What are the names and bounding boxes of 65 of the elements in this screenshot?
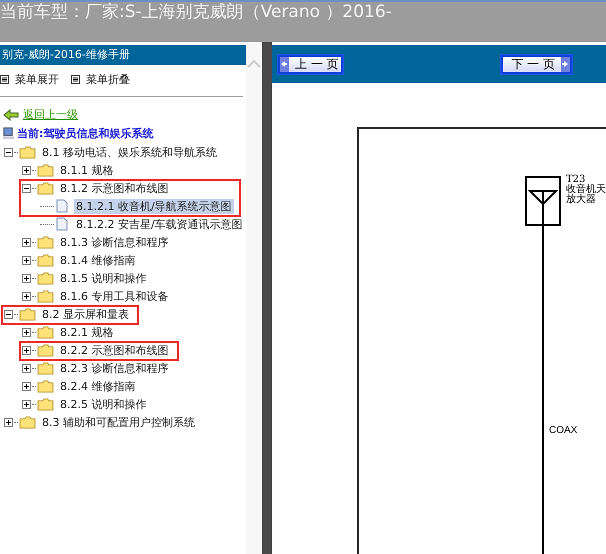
tree-item[interactable]: 8.2.3 诊断信息和程序 bbox=[58, 360, 170, 376]
left-arrow-icon bbox=[280, 60, 288, 68]
tree-item[interactable]: 8.1.4 维修指南 bbox=[58, 252, 138, 268]
folder-icon bbox=[37, 326, 54, 338]
expand-icon[interactable] bbox=[22, 166, 31, 174]
tree-item[interactable]: 8.1.1 规格 bbox=[58, 162, 116, 178]
tree-item[interactable]: 8.1 移动电话、娱乐系统和导航系统 bbox=[40, 144, 219, 160]
tree-item[interactable]: 8.2.1 规格 bbox=[58, 324, 116, 340]
next-page-button[interactable]: 下 一 页 bbox=[501, 54, 572, 74]
tree-item[interactable]: 8.2.5 说明和操作 bbox=[58, 396, 148, 412]
tree-item[interactable]: 8.1.3 诊断信息和程序 bbox=[58, 234, 170, 250]
document-icon bbox=[56, 199, 68, 213]
tree-item[interactable]: 8.2.2 示意图和布线图 bbox=[58, 342, 170, 358]
folder-icon bbox=[37, 272, 54, 284]
computer-icon bbox=[2, 127, 15, 140]
folder-icon bbox=[37, 236, 54, 248]
expand-icon[interactable] bbox=[22, 364, 31, 372]
menu-action[interactable]: 菜单展开 bbox=[0, 72, 59, 87]
expand-icon[interactable] bbox=[22, 292, 31, 300]
expand-icon[interactable] bbox=[22, 238, 31, 246]
tree-item[interactable]: 8.2.4 维修指南 bbox=[58, 378, 138, 394]
collapse-icon[interactable] bbox=[4, 148, 13, 156]
folder-icon bbox=[19, 416, 36, 428]
collapse-icon[interactable] bbox=[22, 184, 31, 192]
expand-icon[interactable] bbox=[22, 328, 31, 336]
expand-icon[interactable] bbox=[22, 346, 31, 354]
component-id: T23 bbox=[566, 175, 586, 185]
expand-icon[interactable] bbox=[22, 274, 31, 282]
folder-icon bbox=[37, 380, 54, 392]
tree-item[interactable]: 8.1.5 说明和操作 bbox=[58, 270, 148, 286]
menu-action[interactable]: 菜单折叠 bbox=[71, 72, 130, 87]
expand-icon[interactable] bbox=[4, 418, 13, 426]
folder-icon bbox=[37, 398, 54, 410]
component-name: 放大器 bbox=[566, 195, 597, 205]
folder-icon bbox=[37, 182, 54, 194]
folder-icon bbox=[37, 290, 54, 302]
tree-item[interactable]: 8.3 辅助和可配置用户控制系统 bbox=[40, 414, 197, 430]
scrollbar[interactable] bbox=[246, 42, 262, 554]
expand-icon[interactable] bbox=[22, 400, 31, 408]
expand-icon[interactable] bbox=[22, 382, 31, 390]
folder-icon bbox=[37, 362, 54, 374]
tree-item[interactable]: 8.2 显示屏和量表 bbox=[40, 306, 131, 322]
folder-icon bbox=[19, 308, 36, 320]
tree-item[interactable]: 8.1.2.1 收音机/导航系统示意图 bbox=[74, 198, 234, 214]
tree-item[interactable]: 8.1.2 示意图和布线图 bbox=[58, 180, 170, 196]
list-icon bbox=[71, 75, 80, 84]
vehicle-title: 当前车型：厂家:S-上海别克威朗（Verano ）2016- bbox=[0, 2, 392, 22]
right-arrow-icon bbox=[561, 60, 569, 68]
wire-label: COAX bbox=[549, 425, 578, 436]
folder-icon bbox=[37, 344, 54, 356]
folder-icon bbox=[19, 146, 36, 158]
tree-item[interactable]: 8.1.6 专用工具和设备 bbox=[58, 288, 170, 304]
current-section: 当前:驾驶员信息和娱乐系统 bbox=[17, 126, 154, 141]
collapse-icon[interactable] bbox=[4, 310, 13, 318]
folder-icon bbox=[37, 164, 54, 176]
back-link[interactable]: 返回上一级 bbox=[23, 107, 78, 122]
expand-icon[interactable] bbox=[22, 256, 31, 264]
document-icon bbox=[56, 217, 68, 231]
manual-title: 别克-威朗-2016-维修手册 bbox=[0, 45, 246, 65]
previous-page-button[interactable]: 上 一 页 bbox=[278, 54, 343, 74]
antenna-icon bbox=[525, 176, 561, 226]
folder-icon bbox=[37, 254, 54, 266]
back-arrow-icon bbox=[3, 108, 19, 120]
component-name: 收音机天 bbox=[566, 185, 606, 195]
tree-item[interactable]: 8.1.2.2 安吉星/车载资通讯示意图 bbox=[74, 216, 245, 232]
